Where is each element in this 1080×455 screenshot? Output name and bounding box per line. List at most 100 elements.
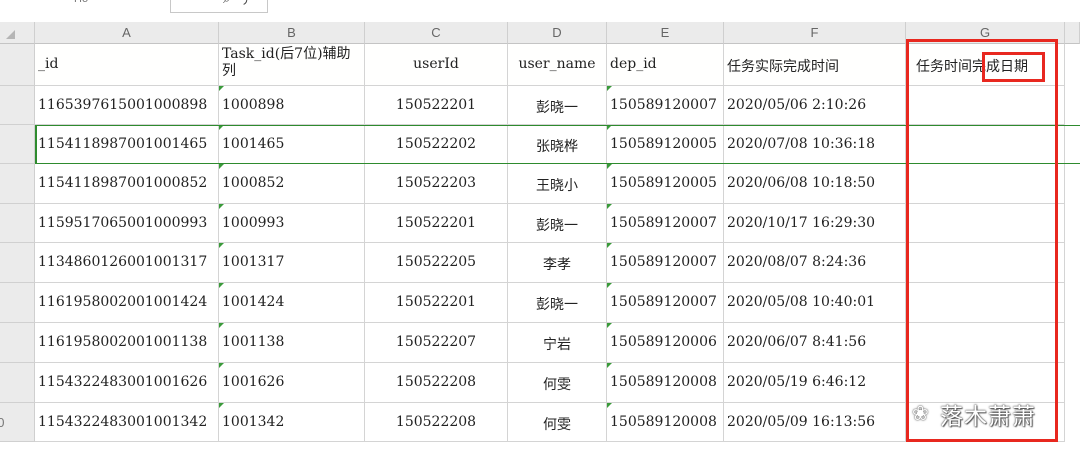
cell-col-f[interactable]: 2020/05/09 16:13:56	[724, 403, 906, 442]
header-cell-col-c[interactable]: userId	[365, 44, 508, 86]
cell-text: 彭晓一	[536, 99, 578, 116]
column-header-b[interactable]: B	[219, 22, 365, 44]
cell-text: 150589120006	[610, 334, 717, 350]
cell-col-d[interactable]: 彭晓一	[508, 283, 607, 323]
cell-col-c[interactable]: 150522208	[365, 403, 508, 442]
cell-col-e[interactable]: 150589120007	[607, 283, 724, 323]
cell-col-f[interactable]: 2020/08/07 8:24:36	[724, 243, 906, 283]
header-cell-col-f[interactable]: 任务实际完成时间	[724, 44, 906, 86]
cell-col-d[interactable]: 彭晓一	[508, 86, 607, 125]
cell-col-c[interactable]: 150522201	[365, 204, 508, 243]
sheet-tab-name[interactable]: Ho	[74, 0, 88, 5]
cell-col-d[interactable]: 张晓桦	[508, 125, 607, 164]
cell-text: 彭晓一	[536, 217, 578, 234]
cell-col-b[interactable]: 1001138	[219, 323, 365, 363]
cell-col-d[interactable]: 王晓小	[508, 164, 607, 204]
cell-col-b[interactable]: 1001342	[219, 403, 365, 442]
header-cell-col-a[interactable]: _id	[35, 44, 219, 86]
cell-col-a[interactable]: 1154118987001000852	[35, 164, 219, 204]
cell-col-e[interactable]: 150589120006	[607, 323, 724, 363]
cell-col-b[interactable]: 1001424	[219, 283, 365, 323]
cell-error-marker	[219, 363, 224, 368]
cell-col-a[interactable]: 1134860126001001317	[35, 243, 219, 283]
cell-col-b[interactable]: 1000852	[219, 164, 365, 204]
column-header-e[interactable]: E	[607, 22, 724, 44]
row-header[interactable]: 8	[0, 323, 35, 363]
cell-col-a[interactable]: 1161958002001001138	[35, 323, 219, 363]
row-header[interactable]: 5	[0, 204, 35, 243]
row-header[interactable]: 2	[0, 86, 35, 125]
cell-col-b[interactable]: 1000993	[219, 204, 365, 243]
cell-col-e[interactable]: 150589120007	[607, 204, 724, 243]
cell-col-f[interactable]: 2020/05/08 10:40:01	[724, 283, 906, 323]
header-cell-col-e[interactable]: dep_id	[607, 44, 724, 86]
cell-col-e[interactable]: 150589120005	[607, 164, 724, 204]
cell-col-a[interactable]: 1154322483001001342	[35, 403, 219, 442]
cell-col-f[interactable]: 2020/10/17 16:29:30	[724, 204, 906, 243]
cell-text: 150589120005	[610, 135, 717, 152]
watermark: ❀ 落木萧萧	[906, 395, 1066, 430]
select-all-corner[interactable]	[0, 22, 35, 44]
cell-col-e[interactable]: 150589120008	[607, 403, 724, 442]
row-header[interactable]: 3	[0, 125, 35, 164]
header-cell-col-d[interactable]: user_name	[508, 44, 607, 86]
cell-col-e[interactable]: 150589120008	[607, 363, 724, 403]
cell-col-e[interactable]: 150589120007	[607, 86, 724, 125]
cell-text: 1001424	[222, 294, 285, 310]
cell-col-c[interactable]: 150522201	[365, 86, 508, 125]
cell-col-f[interactable]: 2020/06/07 8:41:56	[724, 323, 906, 363]
cell-text: 150522207	[395, 334, 477, 350]
cell-text: 150522202	[395, 135, 477, 152]
cell-col-d[interactable]: 宁岩	[508, 323, 607, 363]
cell-col-a[interactable]: 1154118987001001465	[35, 125, 219, 164]
cell-col-d[interactable]: 何雯	[508, 363, 607, 403]
cell-col-b[interactable]: 1001626	[219, 363, 365, 403]
cell-col-e[interactable]: 150589120007	[607, 243, 724, 283]
cell-col-c[interactable]: 150522202	[365, 125, 508, 164]
cell-text: 2020/05/08 10:40:01	[727, 294, 876, 310]
row-header[interactable]: 10	[0, 403, 35, 442]
cell-col-d[interactable]: 彭晓一	[508, 204, 607, 243]
cell-error-marker	[219, 164, 224, 169]
column-header-d[interactable]: D	[508, 22, 607, 44]
cell-col-c[interactable]: 150522208	[365, 363, 508, 403]
row-header[interactable]: 7	[0, 283, 35, 323]
cell-error-marker	[607, 204, 612, 209]
row-header[interactable]: 6	[0, 243, 35, 283]
cell-text: 1134860126001001317	[38, 254, 208, 270]
cell-col-c[interactable]: 150522205	[365, 243, 508, 283]
cell-col-a[interactable]: 1161958002001001424	[35, 283, 219, 323]
cell-col-d[interactable]: 李孝	[508, 243, 607, 283]
header-cell-text: Task_id(后7位)辅助 列	[222, 46, 351, 79]
cell-text: 2020/05/19 6:46:12	[727, 374, 867, 390]
search-tab[interactable]: ⌕ ア	[170, 0, 268, 13]
cell-text: 宁岩	[543, 337, 571, 353]
row-header[interactable]: 9	[0, 363, 35, 403]
cell-col-c[interactable]: 150522203	[365, 164, 508, 204]
cell-col-b[interactable]: 1001465	[219, 125, 365, 164]
cell-col-b[interactable]: 1000898	[219, 86, 365, 125]
cell-col-f[interactable]: 2020/05/06 2:10:26	[724, 86, 906, 125]
cell-col-a[interactable]: 1165397615001000898	[35, 86, 219, 125]
cell-col-c[interactable]: 150522201	[365, 283, 508, 323]
cell-col-f[interactable]: 2020/05/19 6:46:12	[724, 363, 906, 403]
cell-text: 150522201	[395, 214, 477, 231]
column-header-a[interactable]: A	[35, 22, 219, 44]
column-header-h[interactable]	[1065, 22, 1080, 44]
cell-col-b[interactable]: 1001317	[219, 243, 365, 283]
cell-text: 150522201	[395, 294, 477, 310]
header-cell-col-b[interactable]: Task_id(后7位)辅助 列	[219, 44, 365, 86]
cell-col-a[interactable]: 1154322483001001626	[35, 363, 219, 403]
column-header-f[interactable]: F	[724, 22, 906, 44]
cell-col-c[interactable]: 150522207	[365, 323, 508, 363]
cell-col-e[interactable]: 150589120005	[607, 125, 724, 164]
row-header[interactable]	[0, 44, 35, 86]
column-header-c[interactable]: C	[365, 22, 508, 44]
cell-col-a[interactable]: 1159517065001000993	[35, 204, 219, 243]
search-icon[interactable]: ⌕	[223, 0, 230, 7]
cell-col-f[interactable]: 2020/06/08 10:18:50	[724, 164, 906, 204]
row-header[interactable]: 4	[0, 164, 35, 204]
cell-col-d[interactable]: 何雯	[508, 403, 607, 442]
cell-error-marker	[219, 323, 224, 328]
cell-col-f[interactable]: 2020/07/08 10:36:18	[724, 125, 906, 164]
